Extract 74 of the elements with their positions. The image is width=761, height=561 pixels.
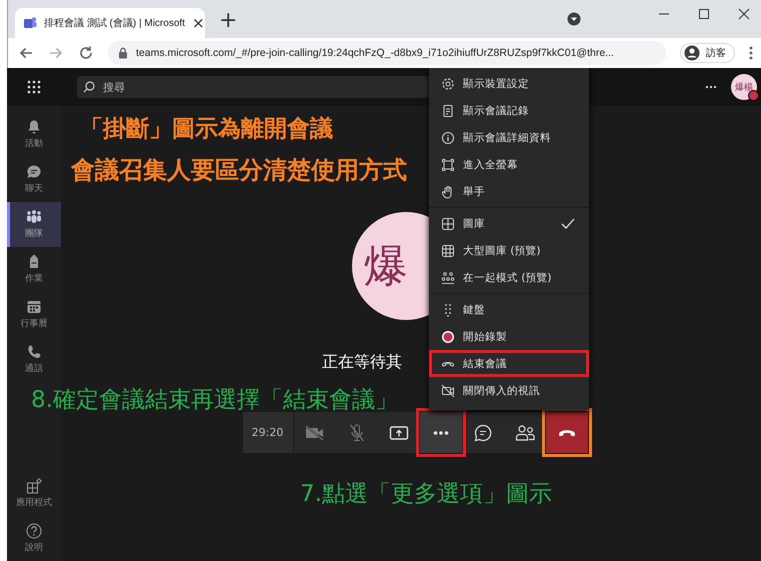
menu-item[interactable]: 顯示會議詳細資料	[429, 124, 589, 151]
rail-item[interactable]: 行事曆	[7, 292, 61, 337]
share-icon	[388, 424, 408, 440]
calendar-icon	[26, 299, 42, 315]
more-icon	[432, 430, 448, 436]
more-icon[interactable]	[705, 85, 717, 89]
rail-item[interactable]: 通話	[7, 337, 61, 382]
new-tab-button[interactable]: +	[219, 10, 238, 32]
apps-icon	[26, 478, 42, 494]
annotation-text: 會議召集人要區分清楚使用方式	[71, 155, 407, 186]
rail-label: 聊天	[25, 183, 43, 195]
rail-label: 活動	[25, 138, 43, 150]
menu-item[interactable]: 開始錄製	[429, 323, 589, 350]
hangup-icon	[558, 428, 576, 436]
app-launcher-icon[interactable]	[27, 80, 41, 94]
people-icon	[26, 209, 42, 225]
annotation-text: 8.確定會議結束再選擇「結束會議」	[31, 386, 398, 415]
rail-label: 通話	[25, 362, 43, 375]
kebab-menu-icon[interactable]	[749, 46, 753, 60]
video-off-icon	[441, 384, 455, 398]
user-avatar[interactable]: 爆楊	[731, 74, 757, 100]
rail-item[interactable]: 團隊	[7, 202, 61, 247]
bell-icon	[26, 119, 42, 135]
teams-logo-icon	[23, 16, 37, 30]
menu-item[interactable]: 顯示裝置設定	[429, 70, 589, 97]
close-icon[interactable]	[738, 8, 750, 20]
waiting-message: 正在等待其	[322, 352, 402, 373]
document-icon	[441, 104, 455, 118]
tab-close-button[interactable]: ×	[192, 16, 205, 30]
search-field[interactable]: 搜尋	[77, 76, 429, 98]
menu-item[interactable]: 進入全螢幕	[429, 151, 589, 178]
rail-label: 應用程式	[16, 496, 52, 509]
lock-icon	[118, 47, 128, 59]
menu-item[interactable]: 顯示會議記錄	[429, 97, 589, 124]
person-icon	[684, 45, 700, 61]
mic-off-icon	[348, 424, 364, 442]
maximize-icon[interactable]	[698, 8, 710, 20]
rail-label: 說明	[25, 542, 43, 554]
rail-item[interactable]: 應用程式	[7, 471, 61, 516]
menu-item[interactable]: 舉手	[429, 178, 589, 205]
chat-icon	[26, 164, 42, 180]
help-icon	[26, 523, 42, 539]
people-icon	[441, 270, 455, 284]
people-icon	[514, 424, 534, 442]
profile-button[interactable]: 訪客	[680, 43, 735, 63]
annotation-text: 7.點選「更多選項」圖示	[300, 480, 552, 509]
record-icon	[441, 330, 455, 344]
tab-title: 排程會議 測試 (會議) | Microsoft	[44, 16, 185, 30]
phone-icon	[441, 360, 455, 366]
checkmark-icon	[561, 218, 575, 230]
info-icon	[441, 130, 455, 144]
menu-item[interactable]: 關閉傳入的視訊	[429, 377, 589, 404]
browser-tab[interactable]: 排程會議 測試 (會議) | Microsoft ×	[15, 8, 205, 38]
annotation-text: 「掛斷」圖示為離開會議	[80, 115, 333, 144]
chat-icon	[474, 424, 492, 442]
dropdown-icon[interactable]	[567, 12, 581, 26]
rail-label: 團隊	[25, 228, 43, 240]
menu-item[interactable]: 結束會議	[429, 350, 589, 377]
rail-label: 作業	[25, 272, 43, 285]
address-bar[interactable]: teams.microsoft.com/_#/pre-join-calling/19:24qchFzQ_-d8bx9_i71o2ihiuffUrZ8RUZsp9f7kkC01@thre...	[108, 41, 666, 65]
rail-item[interactable]: 說明	[7, 516, 61, 561]
fullscreen-icon	[441, 158, 455, 172]
grid-icon	[441, 216, 455, 230]
gear-icon	[441, 76, 455, 90]
back-icon[interactable]	[18, 45, 34, 61]
phone-icon	[26, 344, 42, 360]
rail-label: 行事曆	[20, 318, 48, 330]
grid-icon	[441, 244, 455, 258]
rail-item[interactable]: 聊天	[7, 157, 61, 202]
call-timer: 29:20	[242, 412, 294, 453]
rail-item[interactable]: 活動	[7, 112, 61, 157]
reload-icon[interactable]	[78, 45, 94, 61]
rail-item[interactable]: 作業	[7, 247, 61, 292]
camera-off-icon	[304, 424, 324, 440]
